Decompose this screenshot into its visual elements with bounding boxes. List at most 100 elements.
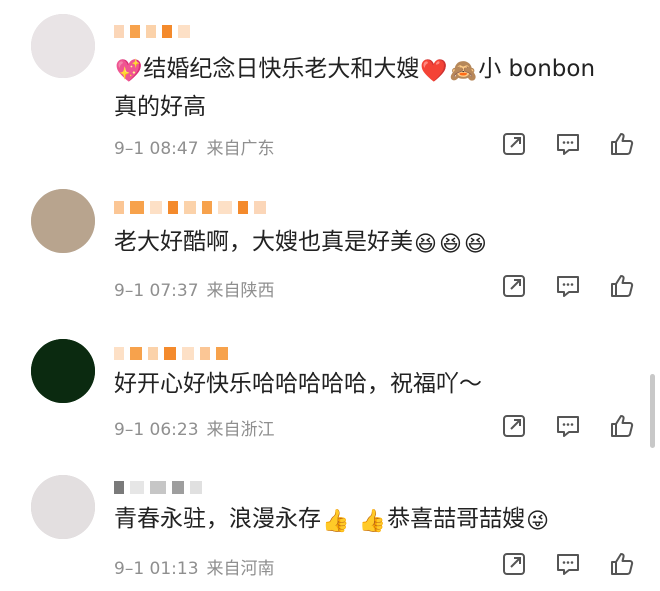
repost-icon[interactable]	[501, 413, 527, 439]
comment-icon[interactable]	[555, 273, 581, 299]
username-mosaic[interactable]	[114, 199, 266, 215]
avatar-pixel	[47, 22, 55, 30]
avatar-pixel	[71, 523, 79, 531]
timestamp: 9–1 01:13	[114, 559, 199, 579]
username-mosaic[interactable]	[114, 345, 228, 361]
avatar-pixel	[63, 483, 71, 491]
thumbs-up-emoji-icon: 👍	[322, 509, 350, 534]
repost-icon[interactable]	[501, 131, 527, 157]
avatar-pixel	[55, 221, 63, 229]
avatar-pixel	[47, 523, 55, 531]
avatar-pixel	[47, 515, 55, 523]
avatar-pixel	[39, 499, 47, 507]
avatar-pixel	[47, 54, 55, 62]
avatar-pixel	[39, 515, 47, 523]
avatar-pixel	[39, 14, 47, 22]
avatar-pixel	[71, 237, 79, 245]
avatar-pixel	[55, 237, 63, 245]
thumbs-up-emoji-icon: 👍	[358, 509, 387, 534]
repost-icon[interactable]	[501, 551, 527, 577]
avatar-pixel	[31, 483, 39, 491]
username-mosaic[interactable]	[114, 479, 202, 495]
avatar[interactable]	[31, 475, 95, 539]
avatar-pixel	[39, 38, 47, 46]
scrollbar[interactable]	[650, 374, 655, 448]
avatar[interactable]	[31, 339, 95, 403]
avatar-pixel	[47, 46, 55, 54]
avatar-pixel	[79, 221, 87, 229]
avatar-pixel	[55, 197, 63, 205]
avatar[interactable]	[31, 14, 95, 78]
avatar-pixel	[39, 491, 47, 499]
avatar-pixel	[39, 475, 47, 483]
avatar-pixel	[71, 38, 79, 46]
avatar-pixel	[55, 363, 63, 371]
avatar-pixel	[71, 491, 79, 499]
avatar-pixel	[47, 475, 55, 483]
avatar-pixel	[39, 339, 47, 347]
avatar[interactable]	[31, 189, 95, 253]
repost-icon[interactable]	[501, 273, 527, 299]
avatar-pixel	[87, 347, 95, 355]
comment-icon[interactable]	[555, 551, 581, 577]
avatar-pixel	[87, 371, 95, 379]
avatar-pixel	[63, 347, 71, 355]
avatar-pixel	[55, 523, 63, 531]
avatar-pixel	[87, 475, 95, 483]
avatar-pixel	[55, 54, 63, 62]
avatar-pixel	[31, 387, 39, 395]
comment-item: 好开心好快乐哈哈哈哈哈，祝福吖～ 9–1 06:23 来自浙江	[0, 315, 660, 455]
avatar-pixel	[87, 339, 95, 347]
avatar-pixel	[71, 205, 79, 213]
avatar-pixel	[63, 54, 71, 62]
comment-icon[interactable]	[555, 413, 581, 439]
avatar-pixel	[39, 245, 47, 253]
avatar-pixel	[31, 355, 39, 363]
comment-item: 老大好酷啊，大嫂也真是好美😆😆😆 9–1 07:37 来自陕西	[0, 165, 660, 315]
avatar-pixel	[71, 229, 79, 237]
avatar-pixel	[63, 355, 71, 363]
avatar-pixel	[47, 339, 55, 347]
avatar-pixel	[63, 339, 71, 347]
location: 来自陕西	[206, 281, 275, 301]
mention-link[interactable]: 小 bonbon	[478, 56, 595, 82]
sparkling-heart-icon: 💖	[115, 59, 143, 84]
thumbs-up-icon[interactable]	[609, 413, 635, 439]
avatar-pixel	[79, 371, 87, 379]
avatar-pixel	[71, 355, 79, 363]
avatar-pixel	[87, 38, 95, 46]
avatar-pixel	[39, 30, 47, 38]
avatar-pixel	[71, 46, 79, 54]
avatar-pixel	[63, 387, 71, 395]
avatar-pixel	[47, 14, 55, 22]
avatar-pixel	[47, 347, 55, 355]
avatar-pixel	[87, 363, 95, 371]
avatar-pixel	[31, 237, 39, 245]
thumbs-up-icon[interactable]	[609, 273, 635, 299]
avatar-pixel	[39, 531, 47, 539]
avatar-pixel	[55, 531, 63, 539]
avatar-pixel	[63, 395, 71, 403]
avatar-pixel	[55, 38, 63, 46]
avatar-pixel	[71, 245, 79, 253]
thumbs-up-icon[interactable]	[609, 131, 635, 157]
username-mosaic[interactable]	[114, 23, 190, 39]
avatar-pixel	[39, 197, 47, 205]
thumbs-up-icon[interactable]	[609, 551, 635, 577]
avatar-pixel	[79, 46, 87, 54]
avatar-pixel	[63, 197, 71, 205]
avatar-pixel	[39, 229, 47, 237]
avatar-pixel	[31, 371, 39, 379]
avatar-pixel	[71, 475, 79, 483]
avatar-pixel	[87, 30, 95, 38]
avatar-pixel	[47, 62, 55, 70]
avatar-pixel	[79, 507, 87, 515]
avatar-pixel	[55, 14, 63, 22]
avatar-pixel	[47, 363, 55, 371]
avatar-pixel	[79, 379, 87, 387]
comment-icon[interactable]	[555, 131, 581, 157]
avatar-pixel	[55, 355, 63, 363]
avatar-pixel	[31, 205, 39, 213]
avatar-pixel	[55, 507, 63, 515]
avatar-pixel	[71, 62, 79, 70]
